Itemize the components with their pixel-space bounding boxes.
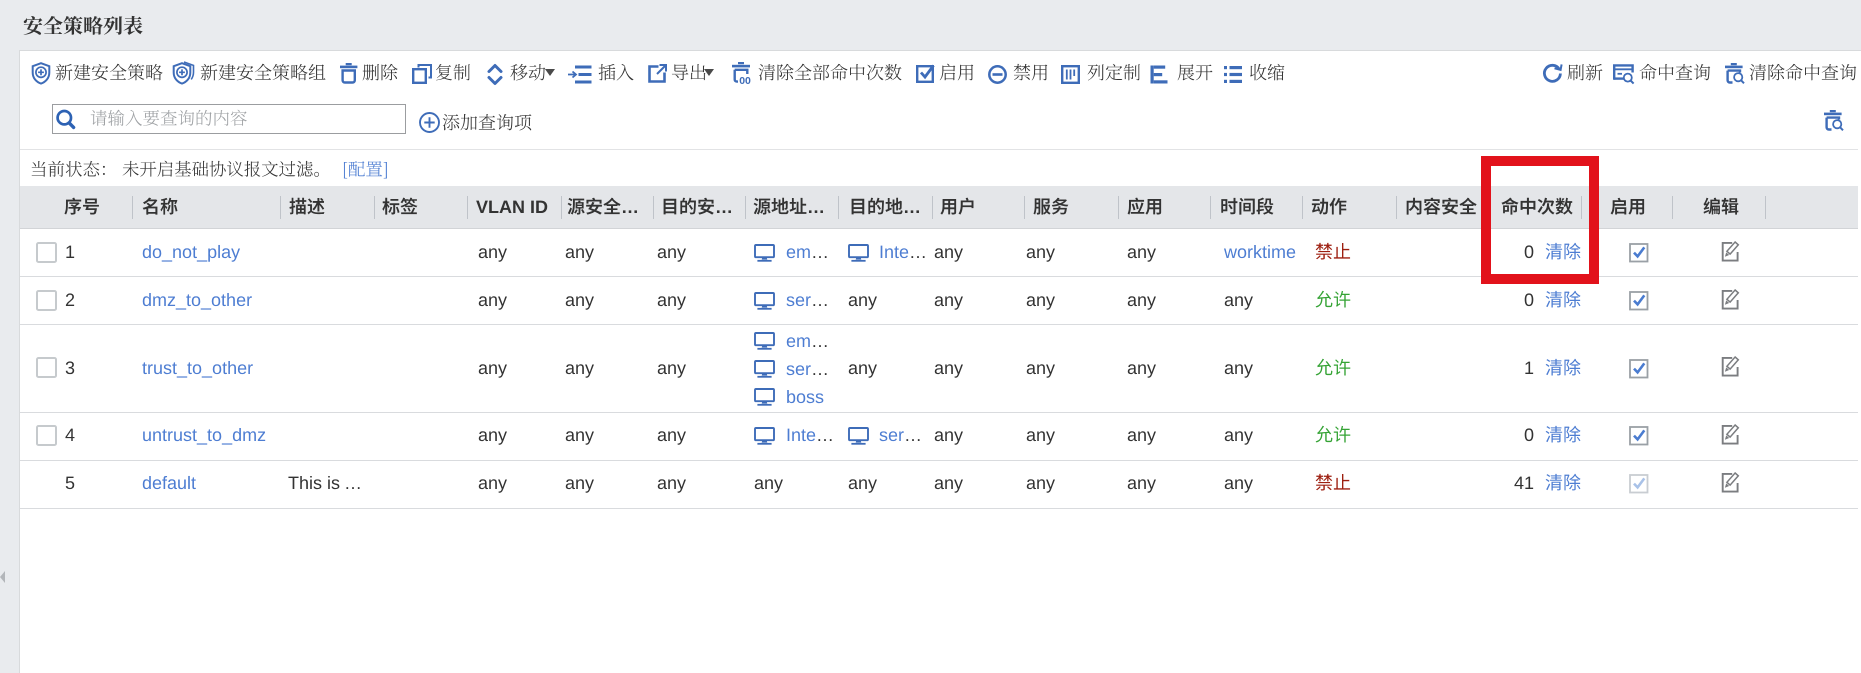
svg-text:00: 00 (739, 75, 751, 87)
